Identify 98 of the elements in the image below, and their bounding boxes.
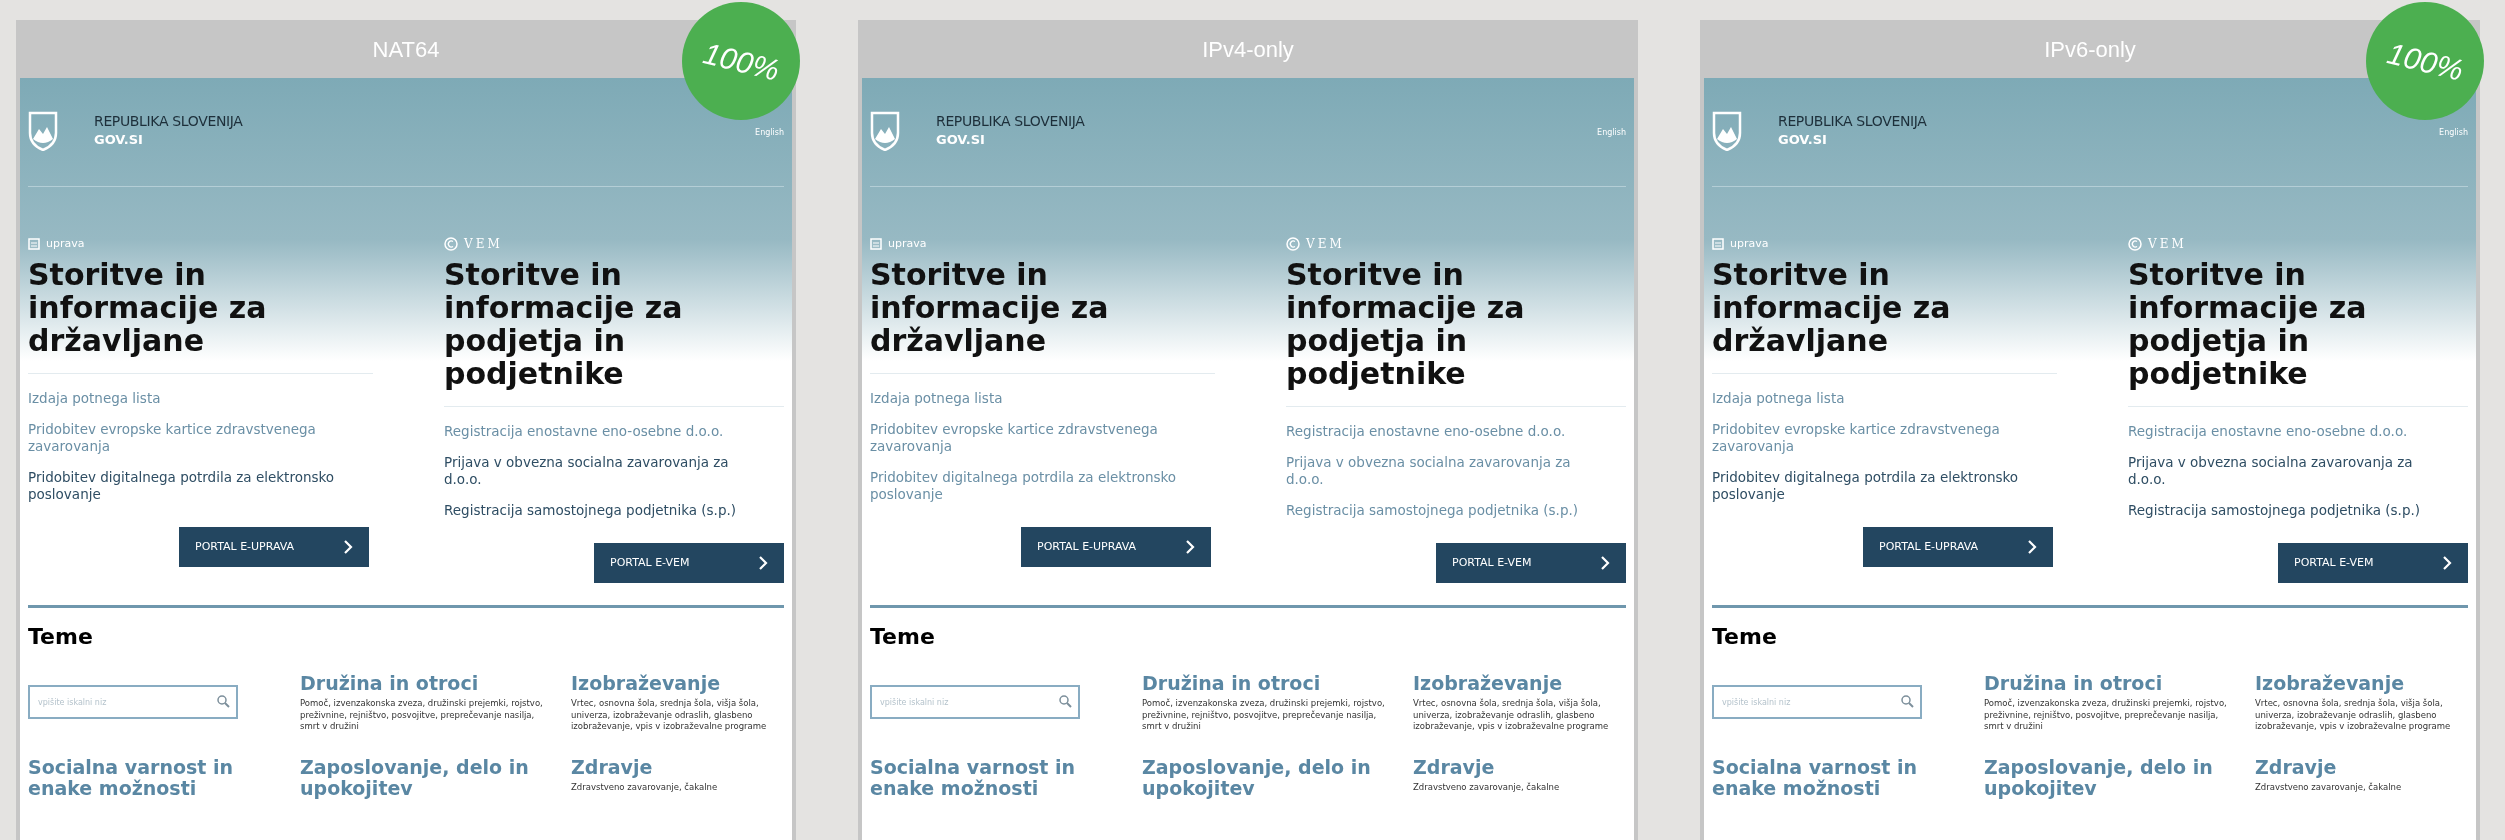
service-link[interactable]: Registracija enostavne eno-osebne d.o.o.	[444, 423, 759, 440]
topic-link[interactable]: Zaposlovanje, delo in upokojitev	[1142, 756, 1397, 799]
service-link[interactable]: Izdaja potnega lista	[1712, 390, 2027, 407]
topic-link[interactable]: Zdravje	[2255, 756, 2452, 778]
coat-of-arms-icon	[28, 111, 58, 151]
section-heading: Storitve in informacije za državljane	[870, 258, 1110, 357]
service-link[interactable]: Pridobitev evropske kartice zdravstvenega zavarovanja	[870, 421, 1185, 455]
search-field[interactable]: vpišite iskalni niz	[870, 685, 1080, 719]
topic-link[interactable]: Zaposlovanje, delo in upokojitev	[1984, 756, 2239, 799]
service-link[interactable]: Pridobitev digitalnega potrdila za elektronsko poslovanje	[28, 469, 343, 503]
topic-link[interactable]: Socialna varnost in enake možnosti	[28, 756, 284, 799]
chevron-right-icon	[1600, 555, 1610, 571]
section-heading: Storitve in informacije za podjetja in podjetnike	[444, 258, 684, 390]
score-badge: 100%	[2366, 2, 2484, 120]
section-heading: Storitve in informacije za podjetja in podjetnike	[2128, 258, 2368, 390]
portal-button[interactable]: PORTAL E-UPRAVA	[1863, 527, 2053, 567]
portal-button[interactable]: PORTAL E-VEM	[2278, 543, 2468, 583]
circle-logo-icon	[1286, 237, 1300, 251]
site-domain: GOV.SI	[1778, 131, 1828, 149]
circle-logo-icon	[2128, 237, 2142, 251]
topic-description: Vrtec, osnovna šola, srednja šola, višja šola, univerza, izobraževanje odraslih, glasbeno izobraževanje, vpis v izobraževalne programe	[571, 698, 768, 733]
topic-description: Pomoč, izvenzakonska zveza, družinski prejemki, rojstvo, preživnine, rejništvo, posvojitve, preprečevanje nasilja, smrt v družini	[300, 698, 544, 733]
panel-title: NAT64	[372, 35, 440, 64]
portal-button[interactable]: PORTAL E-UPRAVA	[179, 527, 369, 567]
brand-logo-text: VEM	[464, 236, 503, 253]
chevron-right-icon	[1185, 539, 1195, 555]
square-logo-icon	[28, 238, 40, 250]
topic-description: Pomoč, izvenzakonska zveza, družinski prejemki, rojstvo, preživnine, rejništvo, posvojitve, preprečevanje nasilja, smrt v družini	[1984, 698, 2228, 733]
brand-logo-text: uprava	[1730, 235, 1769, 252]
language-link[interactable]: English	[755, 127, 784, 139]
topics-heading: Teme	[869, 623, 936, 651]
brand-logo-text: uprava	[888, 235, 927, 252]
topic-link[interactable]: Izobraževanje	[2255, 673, 2452, 694]
service-link[interactable]: Registracija enostavne eno-osebne d.o.o.	[1286, 423, 1601, 440]
service-link[interactable]: Pridobitev evropske kartice zdravstvenega zavarovanja	[1712, 421, 2027, 455]
square-logo-icon	[1712, 238, 1724, 250]
chevron-right-icon	[343, 539, 353, 555]
portal-button[interactable]: PORTAL E-UPRAVA	[1021, 527, 1211, 567]
coat-of-arms-icon	[1712, 111, 1742, 151]
site-name: REPUBLIKA SLOVENIJA	[936, 112, 1085, 131]
service-link[interactable]: Prijava v obvezna socialna zavarovanja za d.o.o.	[2128, 454, 2443, 488]
topic-description: Zdravstveno zavarovanje, čakalne	[2255, 781, 2403, 793]
service-link[interactable]: Izdaja potnega lista	[870, 390, 1185, 407]
topic-link[interactable]: Družina in otroci	[1142, 673, 1397, 694]
brand-logo-text: VEM	[2148, 236, 2187, 253]
topic-description: Zdravstveno zavarovanje, čakalne	[571, 781, 719, 793]
service-link[interactable]: Registracija samostojnega podjetnika (s.p.)	[2128, 502, 2443, 519]
site-domain: GOV.SI	[936, 131, 986, 149]
topic-link[interactable]: Zdravje	[1413, 756, 1610, 778]
service-link[interactable]: Pridobitev evropske kartice zdravstvenega zavarovanja	[28, 421, 343, 455]
topic-link[interactable]: Socialna varnost in enake možnosti	[870, 756, 1126, 799]
search-icon	[217, 695, 230, 708]
panel-title: IPv4-only	[1202, 35, 1294, 64]
portal-button[interactable]: PORTAL E-VEM	[594, 543, 784, 583]
topic-link[interactable]: Družina in otroci	[1984, 673, 2239, 694]
service-link[interactable]: Prijava v obvezna socialna zavarovanja za d.o.o.	[444, 454, 759, 488]
topic-description: Vrtec, osnovna šola, srednja šola, višja šola, univerza, izobraževanje odraslih, glasbeno izobraževanje, vpis v izobraževalne programe	[2255, 698, 2452, 733]
section-heading: Storitve in informacije za državljane	[28, 258, 268, 357]
service-link[interactable]: Prijava v obvezna socialna zavarovanja za d.o.o.	[1286, 454, 1601, 488]
search-field[interactable]: vpišite iskalni niz	[28, 685, 238, 719]
site-name: REPUBLIKA SLOVENIJA	[1778, 112, 1927, 131]
topics-heading: Teme	[27, 623, 94, 651]
score-badge: 100%	[682, 2, 800, 120]
topic-link[interactable]: Zdravje	[571, 756, 768, 778]
topic-link[interactable]: Zaposlovanje, delo in upokojitev	[300, 756, 555, 799]
topic-description: Zdravstveno zavarovanje, čakalne	[1413, 781, 1561, 793]
topic-link[interactable]: Izobraževanje	[571, 673, 768, 694]
chevron-right-icon	[2442, 555, 2452, 571]
topic-description: Pomoč, izvenzakonska zveza, družinski prejemki, rojstvo, preživnine, rejništvo, posvojitve, preprečevanje nasilja, smrt v družini	[1142, 698, 1386, 733]
site-name: REPUBLIKA SLOVENIJA	[94, 112, 243, 131]
topic-link[interactable]: Družina in otroci	[300, 673, 555, 694]
service-link[interactable]: Izdaja potnega lista	[28, 390, 343, 407]
search-icon	[1901, 695, 1914, 708]
language-link[interactable]: English	[2439, 127, 2468, 139]
chevron-right-icon	[758, 555, 768, 571]
language-link[interactable]: English	[1597, 127, 1626, 139]
search-field[interactable]: vpišite iskalni niz	[1712, 685, 1922, 719]
service-link[interactable]: Registracija samostojnega podjetnika (s.p.)	[1286, 502, 1601, 519]
square-logo-icon	[870, 238, 882, 250]
brand-logo-text: VEM	[1306, 236, 1345, 253]
coat-of-arms-icon	[870, 111, 900, 151]
panel-title: IPv6-only	[2044, 35, 2136, 64]
search-icon	[1059, 695, 1072, 708]
service-link[interactable]: Registracija samostojnega podjetnika (s.p.)	[444, 502, 759, 519]
section-heading: Storitve in informacije za državljane	[1712, 258, 1952, 357]
section-heading: Storitve in informacije za podjetja in podjetnike	[1286, 258, 1526, 390]
service-link[interactable]: Registracija enostavne eno-osebne d.o.o.	[2128, 423, 2443, 440]
service-link[interactable]: Pridobitev digitalnega potrdila za elektronsko poslovanje	[1712, 469, 2027, 503]
circle-logo-icon	[444, 237, 458, 251]
chevron-right-icon	[2027, 539, 2037, 555]
service-link[interactable]: Pridobitev digitalnega potrdila za elektronsko poslovanje	[870, 469, 1185, 503]
topic-link[interactable]: Socialna varnost in enake možnosti	[1712, 756, 1968, 799]
portal-button[interactable]: PORTAL E-VEM	[1436, 543, 1626, 583]
topics-heading: Teme	[1711, 623, 1778, 651]
topic-description: Vrtec, osnovna šola, srednja šola, višja šola, univerza, izobraževanje odraslih, glasbeno izobraževanje, vpis v izobraževalne programe	[1413, 698, 1610, 733]
site-domain: GOV.SI	[94, 131, 144, 149]
topic-link[interactable]: Izobraževanje	[1413, 673, 1610, 694]
brand-logo-text: uprava	[46, 235, 85, 252]
